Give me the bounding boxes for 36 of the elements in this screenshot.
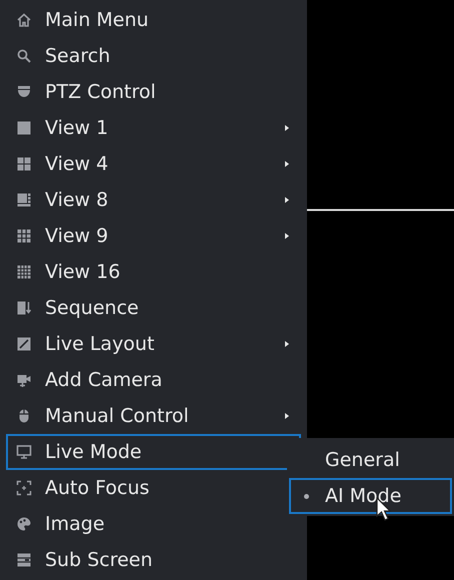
focus-icon xyxy=(16,480,32,496)
grid-icon xyxy=(16,192,32,208)
menu-item[interactable]: Search xyxy=(6,38,301,74)
submenu-arrow-icon xyxy=(283,123,291,133)
grid-icon xyxy=(16,264,32,280)
menu-item[interactable]: Main Menu xyxy=(6,2,301,38)
add-camera-icon xyxy=(16,372,32,388)
square-icon xyxy=(16,120,32,136)
menu-item[interactable]: Add Camera xyxy=(6,362,301,398)
home-icon xyxy=(16,12,32,28)
sub-screen-icon xyxy=(16,552,32,568)
dome-camera-icon xyxy=(16,84,32,100)
search-icon xyxy=(16,48,32,64)
menu-item[interactable]: View 1 xyxy=(6,110,301,146)
grid-icon xyxy=(16,156,32,172)
menu-item[interactable]: PTZ Control xyxy=(6,74,301,110)
submenu-arrow-icon xyxy=(283,411,291,421)
menu-item[interactable]: View 4 xyxy=(6,146,301,182)
menu-item[interactable]: Live Mode xyxy=(6,434,301,470)
menu-item[interactable]: Manual Control xyxy=(6,398,301,434)
menu-item[interactable]: Sub Screen xyxy=(6,542,301,578)
submenu-arrow-icon xyxy=(283,195,291,205)
sequence-icon xyxy=(16,300,32,316)
submenu-item[interactable]: AI Mode xyxy=(289,478,452,514)
menu-item[interactable]: Live Layout xyxy=(6,326,301,362)
submenu-arrow-icon xyxy=(283,159,291,169)
submenu-arrow-icon xyxy=(283,231,291,241)
menu-item[interactable]: Sequence xyxy=(6,290,301,326)
menu-item[interactable]: View 16 xyxy=(6,254,301,290)
palette-icon xyxy=(16,516,32,532)
menu-item[interactable]: View 9 xyxy=(6,218,301,254)
menu-item[interactable]: View 8 xyxy=(6,182,301,218)
grid-icon xyxy=(16,228,32,244)
layout-icon xyxy=(16,336,32,352)
submenu-arrow-icon xyxy=(283,339,291,349)
monitor-icon xyxy=(16,444,32,460)
